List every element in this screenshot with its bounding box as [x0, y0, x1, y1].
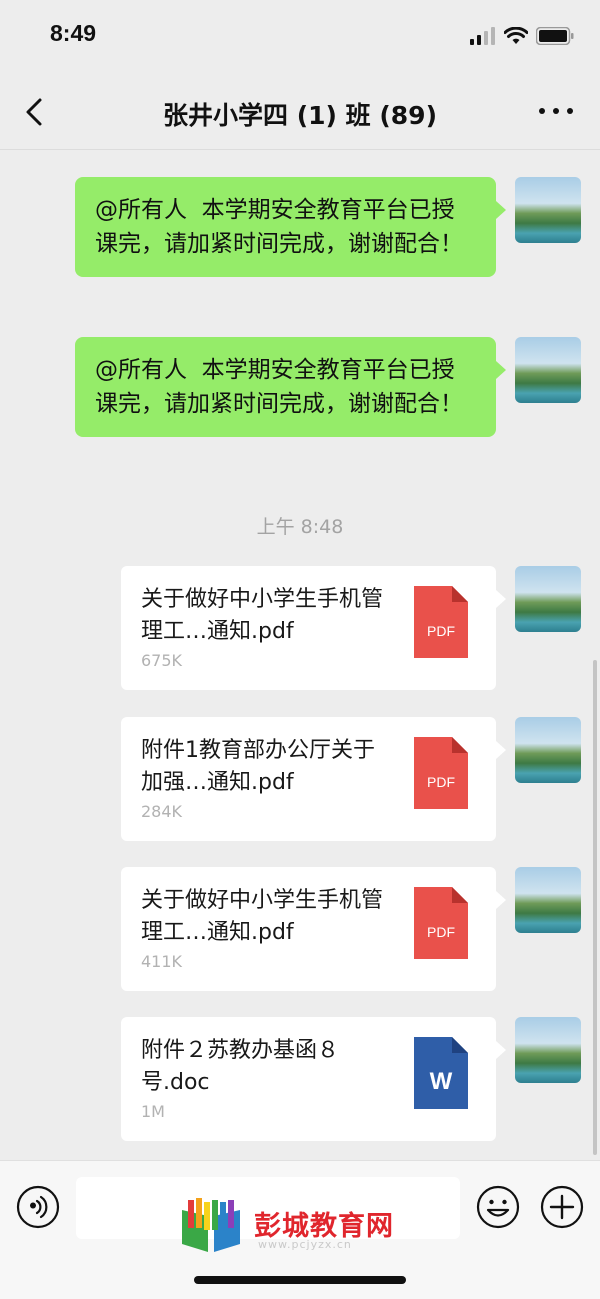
file-message[interactable]: 附件1教育部办公厅关于加强…通知.pdf 284K PDF: [121, 717, 506, 841]
scrollbar[interactable]: [593, 660, 597, 1155]
file-size: 1M: [141, 1102, 165, 1121]
file-name: 关于做好中小学生手机管理工…通知.pdf: [141, 888, 384, 945]
message-timestamp: 上午 8:48: [256, 516, 344, 538]
pdf-icon: PDF: [414, 586, 468, 658]
file-size: 411K: [141, 952, 183, 971]
nav-bar: 张井小学四 (1) 班 (89): [0, 72, 600, 150]
file-message[interactable]: 关于做好中小学生手机管理工…通知.pdf 675K PDF: [121, 566, 506, 690]
file-name: 关于做好中小学生手机管理工…通知.pdf: [141, 587, 384, 644]
file-icon-label: PDF: [427, 774, 455, 790]
avatar[interactable]: [515, 337, 581, 403]
pdf-icon: PDF: [414, 737, 468, 809]
file-size: 284K: [141, 802, 183, 821]
more-button[interactable]: [536, 98, 576, 124]
avatar[interactable]: [515, 177, 581, 243]
text-message[interactable]: @所有人 本学期安全教育平台已授课完，请加紧时间完成，谢谢配合！: [75, 337, 506, 437]
file-icon-label: PDF: [427, 924, 455, 940]
word-icon: W: [414, 1037, 468, 1109]
home-indicator[interactable]: [194, 1276, 406, 1284]
status-bar: 8:49: [0, 0, 600, 72]
battery-icon: [536, 27, 574, 45]
file-name: 附件1教育部办公厅关于加强…通知.pdf: [141, 738, 375, 795]
file-message[interactable]: 附件２苏教办基函８号.doc 1M W: [121, 1017, 506, 1141]
avatar[interactable]: [515, 717, 581, 783]
file-icon-label: W: [430, 1068, 453, 1095]
avatar[interactable]: [515, 1017, 581, 1083]
voice-icon: [16, 1185, 60, 1229]
pdf-icon: PDF: [414, 887, 468, 959]
book-logo-icon: [182, 1198, 240, 1252]
text-message[interactable]: @所有人 本学期安全教育平台已授课完，请加紧时间完成，谢谢配合！: [75, 177, 506, 277]
file-message[interactable]: 关于做好中小学生手机管理工…通知.pdf 411K PDF: [121, 867, 506, 991]
chat-area[interactable]: @所有人 本学期安全教育平台已授课完，请加紧时间完成，谢谢配合！ @所有人 本学…: [0, 150, 600, 1160]
plus-icon: [540, 1185, 584, 1229]
emoji-button[interactable]: [476, 1185, 520, 1229]
status-icons: [470, 26, 574, 46]
more-functions-button[interactable]: [540, 1185, 584, 1229]
signal-icon: [470, 27, 495, 45]
watermark: 彭城教育网 www.pcjyzx.cn: [178, 1196, 438, 1256]
emoji-icon: [476, 1185, 520, 1229]
more-dots-icon: [539, 108, 573, 114]
status-time: 8:49: [50, 20, 97, 46]
file-icon-label: PDF: [427, 623, 455, 639]
avatar[interactable]: [515, 566, 581, 632]
file-name: 附件２苏教办基函８号.doc: [141, 1038, 340, 1095]
avatar[interactable]: [515, 867, 581, 933]
watermark-url: www.pcjyzx.cn: [258, 1238, 352, 1251]
voice-button[interactable]: [16, 1185, 60, 1229]
chat-title: 张井小学四 (1) 班 (89): [163, 101, 437, 130]
wifi-icon: [504, 27, 528, 44]
file-size: 675K: [141, 651, 183, 670]
